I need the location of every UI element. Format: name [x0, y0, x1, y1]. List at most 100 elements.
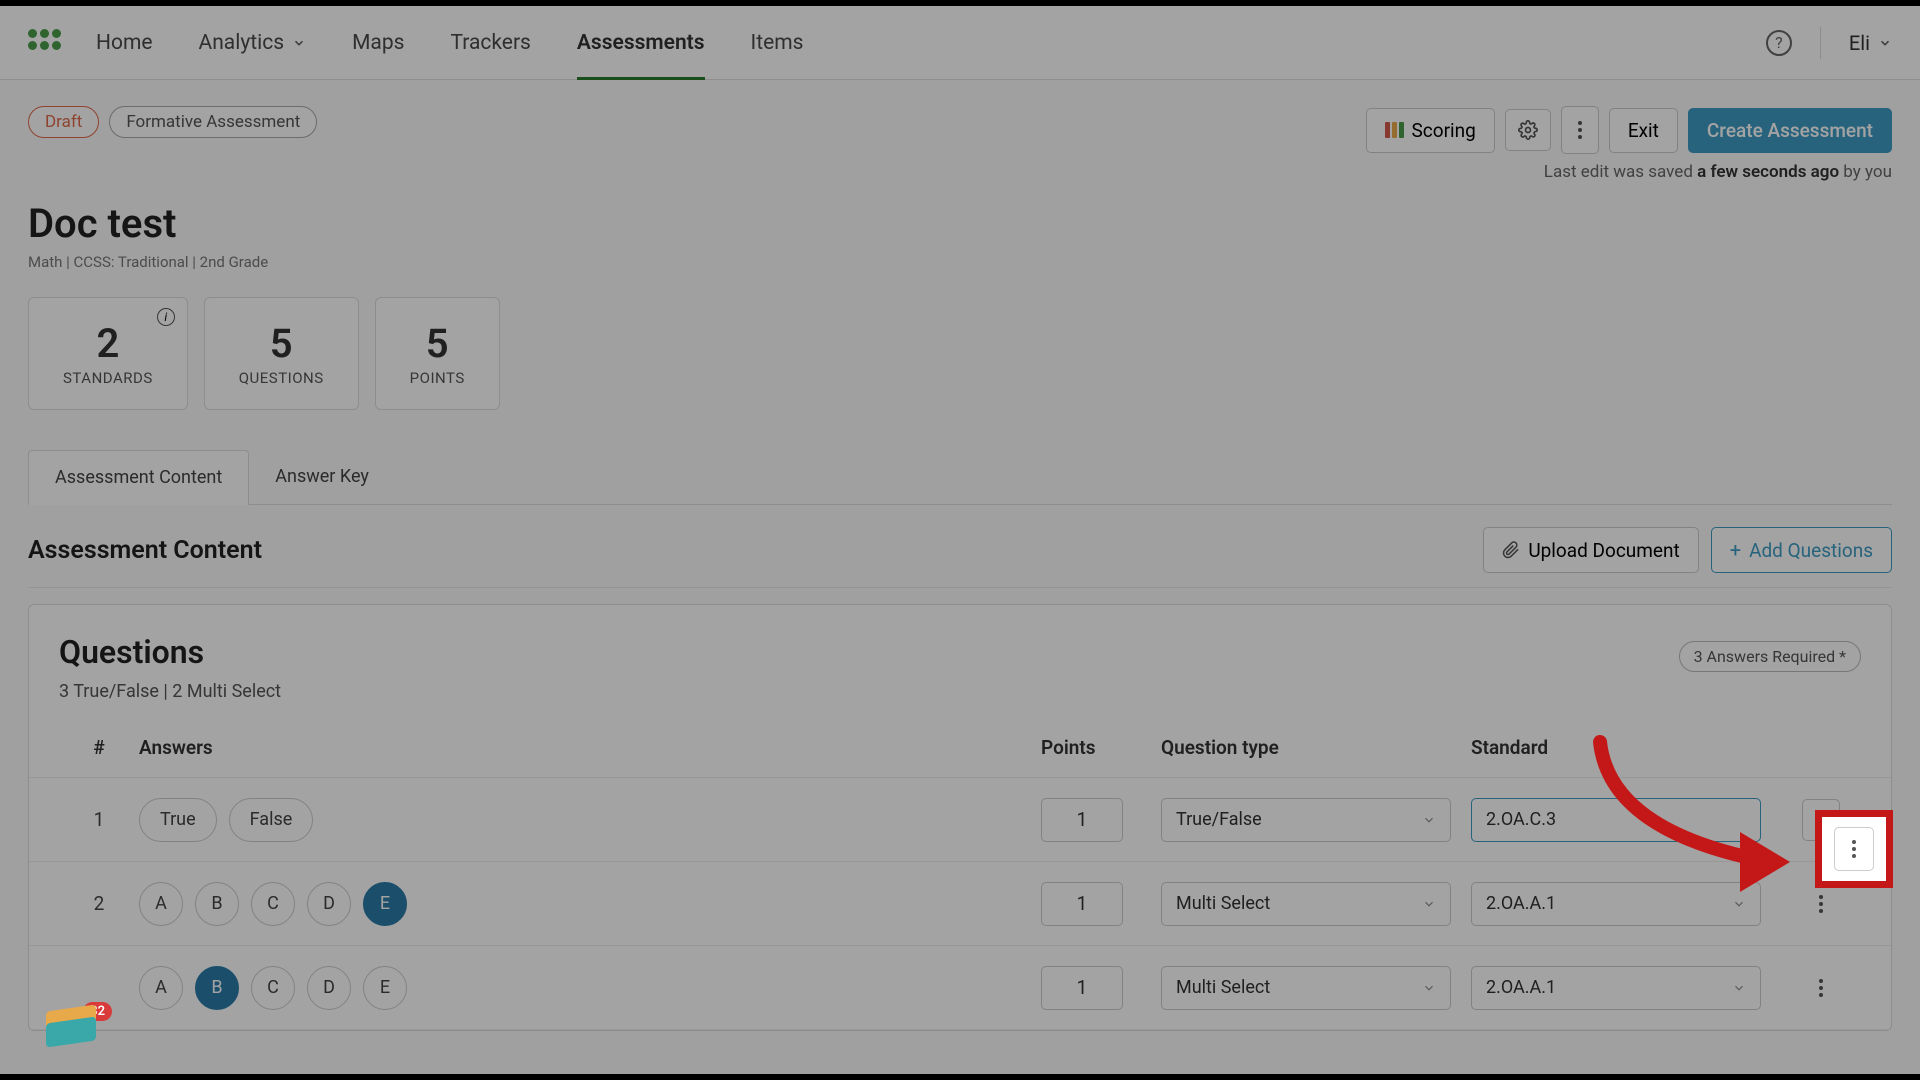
nav-divider — [1820, 27, 1821, 59]
section-title: Assessment Content — [28, 536, 262, 565]
nav-items: Home Analytics Maps Trackers Assessments… — [96, 9, 1766, 77]
standard-select[interactable]: 2.OA.A.1 — [1471, 966, 1761, 1010]
questions-title: Questions — [59, 633, 281, 671]
user-name: Eli — [1849, 31, 1870, 55]
answer-c[interactable]: C — [251, 966, 295, 1010]
section-actions: Upload Document + Add Questions — [1483, 527, 1892, 573]
points-input[interactable] — [1041, 882, 1123, 926]
question-row: 1 True False True/False 2.OA.C.3 — [29, 778, 1891, 862]
chevron-down-icon — [1422, 897, 1436, 911]
col-points: Points — [1041, 736, 1161, 759]
points-input[interactable] — [1041, 798, 1123, 842]
stat-standards[interactable]: i 2 STANDARDS — [28, 297, 188, 410]
answer-true[interactable]: True — [139, 798, 217, 842]
upload-document-button[interactable]: Upload Document — [1483, 527, 1698, 573]
tab-assessment-content[interactable]: Assessment Content — [28, 450, 249, 505]
three-dots-icon — [1815, 807, 1827, 833]
nav-analytics[interactable]: Analytics — [199, 9, 307, 77]
chevron-down-icon — [1732, 897, 1746, 911]
info-icon[interactable]: i — [157, 308, 175, 326]
floating-help-widget[interactable]: 32 — [44, 1008, 102, 1050]
col-standard: Standard — [1471, 736, 1781, 759]
standard-select[interactable]: 2.OA.A.1 — [1471, 882, 1761, 926]
stat-label: STANDARDS — [63, 369, 153, 387]
row-menu-button[interactable] — [1802, 799, 1840, 841]
scoring-label: Scoring — [1412, 119, 1476, 142]
nav-analytics-label: Analytics — [199, 31, 285, 55]
answer-pills: True False — [139, 798, 1041, 842]
nav-items-tab[interactable]: Items — [751, 9, 804, 77]
help-icon[interactable]: ? — [1766, 30, 1792, 56]
stat-value: 5 — [410, 320, 465, 367]
answer-e[interactable]: E — [363, 966, 407, 1010]
answer-d[interactable]: D — [307, 966, 351, 1010]
question-row: A B C D E Multi Select 2.OA.A.1 — [29, 946, 1891, 1030]
three-dots-icon — [1815, 891, 1827, 917]
nav-assessments[interactable]: Assessments — [577, 9, 705, 80]
top-navigation: Home Analytics Maps Trackers Assessments… — [0, 6, 1920, 80]
col-answers: Answers — [139, 736, 1041, 759]
nav-trackers[interactable]: Trackers — [450, 9, 530, 77]
more-menu-button[interactable] — [1561, 106, 1599, 154]
user-menu[interactable]: Eli — [1849, 31, 1892, 55]
answer-a[interactable]: A — [139, 966, 183, 1010]
question-type-select[interactable]: True/False — [1161, 798, 1451, 842]
add-questions-button[interactable]: + Add Questions — [1711, 527, 1892, 573]
answer-a[interactable]: A — [139, 882, 183, 926]
scoring-bars-icon — [1385, 122, 1404, 138]
answer-b[interactable]: B — [195, 882, 239, 926]
status-badges: Draft Formative Assessment — [28, 106, 317, 138]
assessment-meta: Math | CCSS: Traditional | 2nd Grade — [28, 253, 1892, 271]
three-dots-icon — [1574, 117, 1586, 143]
upload-label: Upload Document — [1528, 539, 1679, 562]
header-actions: Scoring Exit Create Assessment — [1366, 106, 1892, 154]
question-type-select[interactable]: Multi Select — [1161, 882, 1451, 926]
draft-badge: Draft — [28, 106, 99, 138]
standard-select[interactable]: 2.OA.C.3 — [1471, 798, 1761, 842]
add-label: Add Questions — [1749, 539, 1873, 562]
create-assessment-button[interactable]: Create Assessment — [1688, 108, 1892, 153]
question-type-select[interactable]: Multi Select — [1161, 966, 1451, 1010]
stat-label: QUESTIONS — [239, 369, 324, 387]
chevron-down-icon — [1878, 36, 1892, 50]
questions-panel: Questions 3 True/False | 2 Multi Select … — [28, 604, 1892, 1031]
tab-answer-key[interactable]: Answer Key — [249, 450, 395, 504]
chevron-down-icon — [1732, 981, 1746, 995]
content-tabs: Assessment Content Answer Key — [28, 450, 1892, 505]
answer-c[interactable]: C — [251, 882, 295, 926]
plus-icon: + — [1730, 538, 1741, 562]
col-num: # — [59, 736, 139, 759]
nav-home[interactable]: Home — [96, 9, 153, 77]
stat-value: 5 — [239, 320, 324, 367]
stat-points[interactable]: 5 POINTS — [375, 297, 500, 410]
stat-questions[interactable]: 5 QUESTIONS — [204, 297, 359, 410]
stat-value: 2 — [63, 320, 153, 367]
three-dots-icon — [1815, 975, 1827, 1001]
stat-cards: i 2 STANDARDS 5 QUESTIONS 5 POINTS — [28, 297, 1892, 410]
answer-d[interactable]: D — [307, 882, 351, 926]
page-title: Doc test — [28, 200, 1892, 247]
questions-table: # Answers Points Question type Standard … — [29, 718, 1891, 1030]
paperclip-icon — [1502, 541, 1520, 559]
answer-false[interactable]: False — [229, 798, 314, 842]
answer-pills: A B C D E — [139, 882, 1041, 926]
row-number: 1 — [59, 808, 139, 831]
type-badge: Formative Assessment — [109, 106, 317, 138]
exit-button[interactable]: Exit — [1609, 108, 1678, 153]
row-menu-button[interactable] — [1802, 883, 1840, 925]
chevron-down-icon — [292, 36, 306, 50]
row-number: 2 — [59, 892, 139, 915]
settings-button[interactable] — [1505, 109, 1551, 151]
points-input[interactable] — [1041, 966, 1123, 1010]
row-menu-button[interactable] — [1802, 967, 1840, 1009]
scoring-button[interactable]: Scoring — [1366, 108, 1495, 153]
answer-pills: A B C D E — [139, 966, 1041, 1010]
nav-right: ? Eli — [1766, 27, 1892, 59]
question-row: 2 A B C D E Multi Select 2.OA.A.1 — [29, 862, 1891, 946]
chevron-down-icon — [1422, 981, 1436, 995]
chevron-down-icon — [1422, 813, 1436, 827]
app-logo[interactable] — [28, 29, 72, 57]
answer-e[interactable]: E — [363, 882, 407, 926]
answer-b[interactable]: B — [195, 966, 239, 1010]
nav-maps[interactable]: Maps — [352, 9, 404, 77]
